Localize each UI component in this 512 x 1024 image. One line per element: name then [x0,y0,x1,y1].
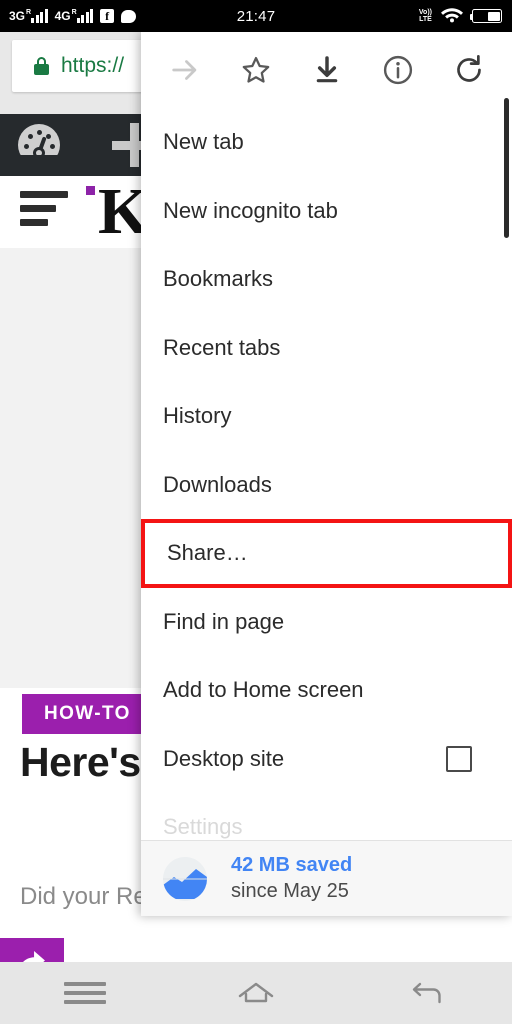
menu-item-label: New tab [163,129,244,155]
desktop-site-checkbox[interactable] [446,745,472,772]
overflow-menu-icon-row [141,32,512,108]
menu-item-recent-tabs[interactable]: Recent tabs [141,314,512,383]
data-saver-amount: 42 MB saved [231,853,353,876]
android-navigation-bar [0,962,512,1024]
volte-line-1: Vo)) [418,8,432,16]
reload-icon[interactable] [443,44,495,96]
browser-overflow-menu: New tab New incognito tab Bookmarks Rece… [141,32,512,916]
page-share-button[interactable] [0,938,64,962]
menu-item-history[interactable]: History [141,382,512,451]
menu-item-label: Share… [167,540,248,566]
menu-item-label: Recent tabs [163,334,281,360]
article-category-badge[interactable]: HOW-TO [22,694,153,734]
status-bar: 3G R 4G R f 21:47 Vo)) LTE [0,0,512,32]
hamburger-icon[interactable] [20,191,68,233]
menu-item-label: Desktop site [163,745,285,771]
menu-item-find-in-page[interactable]: Find in page [141,588,512,657]
download-icon[interactable] [301,44,353,96]
data-saver-chart-icon [163,856,207,901]
share-arrow-icon [23,951,45,962]
menu-item-label: Settings [163,814,243,840]
home-icon[interactable] [220,962,292,1024]
menu-item-label: History [163,403,232,429]
menu-item-label: Downloads [163,471,272,497]
lock-icon [34,57,49,75]
speedometer-icon[interactable] [18,124,60,166]
menu-item-label: Bookmarks [163,266,274,292]
wifi-icon [440,5,464,28]
data-saver-footer[interactable]: 42 MB saved since May 25 [141,840,512,916]
menu-item-add-to-home-screen[interactable]: Add to Home screen [141,656,512,725]
omnibox-url-text: https:// [61,54,125,77]
logo-dot-icon [86,186,95,195]
status-bar-right: Vo)) LTE [419,0,502,32]
star-icon[interactable] [230,44,282,96]
overflow-menu-list: New tab New incognito tab Bookmarks Rece… [141,108,512,848]
data-saver-since: since May 25 [231,879,349,902]
menu-item-new-incognito-tab[interactable]: New incognito tab [141,177,512,246]
menu-item-desktop-site[interactable]: Desktop site [141,725,512,794]
volte-line-2: LTE [419,16,432,23]
menu-item-label: New incognito tab [163,197,338,223]
forward-icon [159,44,211,96]
menu-item-new-tab[interactable]: New tab [141,108,512,177]
recents-icon[interactable] [49,962,121,1024]
volte-icon: Vo)) LTE [419,9,432,24]
info-icon[interactable] [372,44,424,96]
menu-item-downloads[interactable]: Downloads [141,451,512,520]
battery-icon [469,9,502,23]
menu-item-bookmarks[interactable]: Bookmarks [141,245,512,314]
data-saver-text: 42 MB saved since May 25 [231,853,352,904]
menu-item-label: Add to Home screen [163,677,364,703]
menu-item-label: Find in page [163,608,285,634]
menu-item-share[interactable]: Share… [141,519,512,588]
back-icon[interactable] [391,962,463,1024]
